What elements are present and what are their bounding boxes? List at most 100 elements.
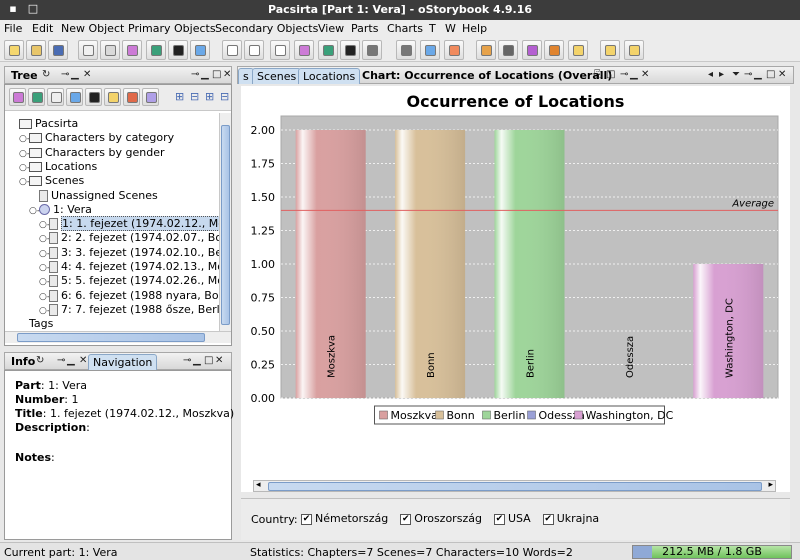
tree-item[interactable]: ○- 1: Vera xyxy=(29,203,92,217)
scroll-left-icon[interactable]: ◂ xyxy=(256,480,261,490)
info-tab-label[interactable]: Info xyxy=(11,355,35,368)
forward-icon[interactable] xyxy=(600,40,620,60)
locations-table-icon[interactable] xyxy=(318,40,338,60)
item-links-icon[interactable] xyxy=(396,40,416,60)
menu-edit[interactable]: Edit xyxy=(32,22,53,35)
persons-filter-icon[interactable] xyxy=(9,88,26,106)
links-icon[interactable] xyxy=(362,40,382,60)
new-file-icon[interactable] xyxy=(4,40,24,60)
tree-expander-icon[interactable]: ○- xyxy=(19,147,30,161)
expand-icon[interactable]: ⊞ xyxy=(205,90,214,103)
tree-item[interactable]: Tags xyxy=(19,317,53,331)
tree-expander-icon[interactable]: ○- xyxy=(19,161,30,175)
scrollbar-thumb[interactable] xyxy=(17,333,205,342)
tags-filter-icon[interactable] xyxy=(66,88,83,106)
new-tag-icon[interactable] xyxy=(190,40,210,60)
memory-indicator[interactable]: 212.5 MB / 1.8 GB xyxy=(632,545,792,559)
close-icon[interactable]: ✕ xyxy=(83,69,91,80)
checkbox-icon[interactable]: ✔ xyxy=(493,513,505,525)
tree-item[interactable]: ○- Characters by category xyxy=(19,131,174,145)
scroll-right-icon[interactable]: ▸ xyxy=(768,480,773,490)
tree-expander-icon[interactable]: ○- xyxy=(39,247,50,261)
country-checkbox-item[interactable]: ✔ Ukrajna xyxy=(542,512,599,525)
tree-tab-label[interactable]: Tree xyxy=(11,69,38,82)
pin-icon[interactable]: ⊸ xyxy=(61,69,69,80)
close-icon[interactable]: ✕ xyxy=(641,69,649,80)
persons-table-icon[interactable] xyxy=(294,40,314,60)
tree-item[interactable]: Pacsirta xyxy=(9,117,78,131)
checkbox-icon[interactable]: ✔ xyxy=(542,513,554,525)
tab-locations[interactable]: Locations xyxy=(298,68,361,84)
tree-expander-icon[interactable]: ○- xyxy=(19,132,30,146)
pin-icon[interactable]: ⊸ xyxy=(183,355,191,366)
table-view-icon[interactable] xyxy=(270,40,290,60)
books-view-icon[interactable] xyxy=(244,40,264,60)
tree-item[interactable]: ○- Scenes xyxy=(19,174,84,188)
new-item-icon[interactable] xyxy=(168,40,188,60)
close-icon[interactable]: ✕ xyxy=(79,355,87,366)
maximize-icon[interactable]: □ xyxy=(766,69,775,80)
new-person-icon[interactable] xyxy=(122,40,142,60)
minimize-icon[interactable]: ▁ xyxy=(71,69,79,80)
collapse-icon[interactable]: ⊟ xyxy=(220,90,229,103)
tree-horizontal-scrollbar[interactable] xyxy=(5,331,231,343)
close-icon[interactable]: ✕ xyxy=(215,355,223,366)
tree-expander-icon[interactable]: ○- xyxy=(39,275,50,289)
list-icon[interactable] xyxy=(498,40,518,60)
checkbox-icon[interactable]: ✔ xyxy=(301,513,312,525)
tree-item[interactable]: ○- 1: 1. fejezet (1974.02.12., Mo xyxy=(39,216,219,232)
person-icon[interactable] xyxy=(522,40,542,60)
tree-item[interactable]: ○- Locations xyxy=(19,160,97,174)
chapters-view-icon[interactable] xyxy=(222,40,242,60)
locations-filter-icon[interactable] xyxy=(28,88,45,106)
new-scene-icon[interactable] xyxy=(78,40,98,60)
tree-item[interactable]: ○- 5: 5. fejezet (1974.02.26., Mo xyxy=(39,274,219,288)
tree-expander-icon[interactable]: ○- xyxy=(39,232,50,246)
items-table-icon[interactable] xyxy=(340,40,360,60)
minimize-icon[interactable]: ▁ xyxy=(754,69,762,80)
country-checkbox-item[interactable]: ✔ Oroszország xyxy=(400,512,482,525)
country-checkbox-item[interactable]: ✔ Németország xyxy=(301,512,388,525)
tab-list-icon[interactable]: ⏷ xyxy=(732,69,740,80)
menu-new-object[interactable]: New Object xyxy=(61,22,124,35)
menu-w[interactable]: W xyxy=(445,22,456,35)
tree-item[interactable]: ○- 4: 4. fejezet (1974.02.13., Mo xyxy=(39,260,219,274)
new-location-icon[interactable] xyxy=(146,40,166,60)
window-icon[interactable]: ◫ xyxy=(606,69,615,80)
menu-charts[interactable]: Charts xyxy=(387,22,423,35)
menu-help[interactable]: Help xyxy=(462,22,487,35)
tree-item[interactable]: ○- Characters by gender xyxy=(19,146,165,160)
tree-item[interactable]: ○- 2: 2. fejezet (1974.02.07., Bo xyxy=(39,231,219,245)
tree-expander-icon[interactable]: ○- xyxy=(19,175,30,189)
pin-icon[interactable]: ⊸ xyxy=(57,355,65,366)
collapse-all-icon[interactable]: ⊟ xyxy=(190,90,199,103)
memos-filter-icon[interactable] xyxy=(142,88,159,106)
country-checkbox-item[interactable]: ✔ USA xyxy=(493,512,531,525)
pin-icon[interactable]: ⊸ xyxy=(191,69,199,80)
close-icon[interactable]: ✕ xyxy=(223,69,231,80)
scenes-filter-icon[interactable] xyxy=(47,88,64,106)
pin-icon[interactable]: ⊸ xyxy=(620,69,628,80)
tree-item[interactable]: Unassigned Scenes xyxy=(29,189,158,203)
tag-links-icon[interactable] xyxy=(420,40,440,60)
tree-vertical-scrollbar[interactable] xyxy=(219,113,231,331)
tab-navigation[interactable]: Navigation xyxy=(88,354,158,370)
tab-scenes[interactable]: Scenes xyxy=(252,68,302,84)
idea-icon[interactable] xyxy=(624,40,644,60)
open-folder-icon[interactable] xyxy=(26,40,46,60)
menu-view[interactable]: View xyxy=(318,22,344,35)
checkbox-icon[interactable]: ✔ xyxy=(400,513,412,525)
minimize-icon[interactable]: ▁ xyxy=(193,355,201,366)
menu-primary-objects[interactable]: Primary Objects xyxy=(128,22,216,35)
close-icon[interactable]: ✕ xyxy=(778,69,786,80)
tab-chart-active[interactable]: Chart: Occurrence of Locations (Overall) xyxy=(362,69,612,82)
tab-scroll-left-icon[interactable]: ◂ xyxy=(708,69,713,80)
items-filter-icon[interactable] xyxy=(85,88,102,106)
tree-item[interactable]: ○- 3: 3. fejezet (1974.02.10., Be xyxy=(39,246,219,260)
new-chapter-icon[interactable] xyxy=(100,40,120,60)
minimize-icon[interactable]: ▁ xyxy=(67,355,75,366)
tree-expander-icon[interactable]: ○- xyxy=(29,204,40,218)
tree-item[interactable]: ○- 7: 7. fejezet (1988 ősze, Berli xyxy=(39,303,219,317)
tree-item[interactable]: ○- 6: 6. fejezet (1988 nyara, Bon xyxy=(39,289,219,303)
spiral-icon[interactable] xyxy=(544,40,564,60)
